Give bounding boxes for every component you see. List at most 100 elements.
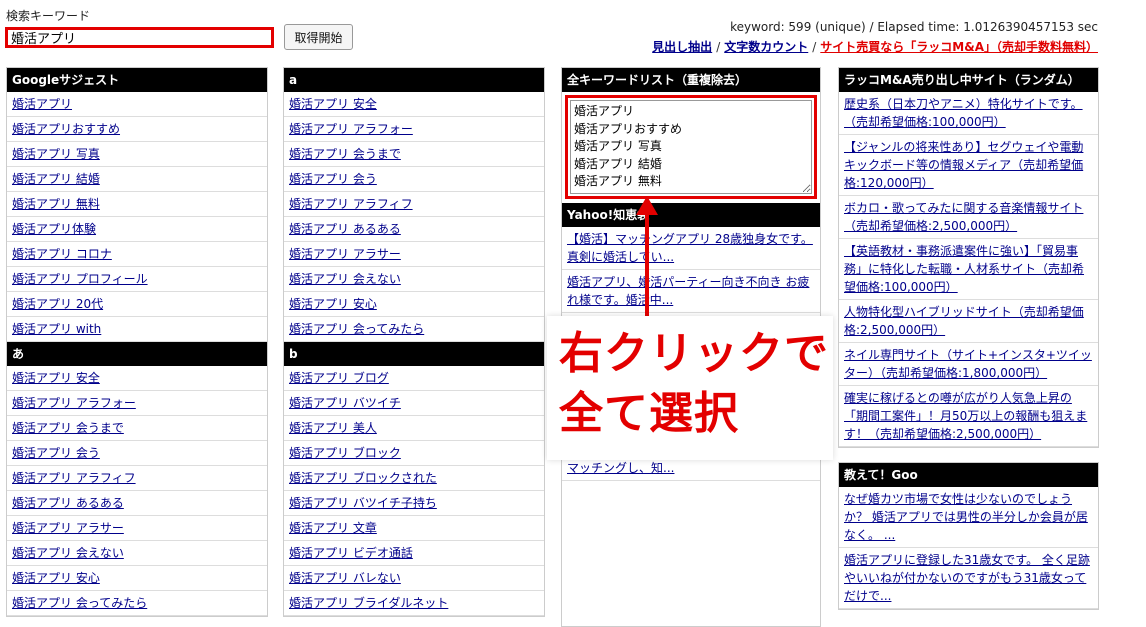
keyword-item-link[interactable]: 婚活アプリ ブライダルネット [289,596,448,610]
heading-extract-link[interactable]: 見出し抽出 [652,40,712,54]
keyword-item[interactable]: 婚活アプリ アラフィフ [7,466,267,491]
keyword-item[interactable]: 婚活アプリ コロナ [7,242,267,267]
keyword-item-link[interactable]: 婚活アプリ体験 [12,222,96,236]
keyword-item[interactable]: 婚活アプリ ブログ [284,366,544,391]
keyword-item[interactable]: 婚活アプリ 会えない [284,267,544,292]
keyword-item-link[interactable]: 婚活アプリ 会う [12,446,100,460]
question-item[interactable]: なぜ婚カツ市場で女性は少ないのでしょうか？ 婚活アプリでは男性の半分しか会員が居… [839,487,1098,548]
keyword-item[interactable]: 婚活アプリ 美人 [284,416,544,441]
keyword-item-link[interactable]: 婚活アプリ 会ってみたら [289,322,424,336]
keyword-item[interactable]: 婚活アプリおすすめ [7,117,267,142]
keyword-item-link[interactable]: 婚活アプリ アラサー [289,247,401,261]
keyword-item[interactable]: 婚活アプリ 会うまで [284,142,544,167]
keyword-item-link[interactable]: 婚活アプリ 会うまで [12,421,124,435]
question-item[interactable]: 婚活アプリ、婚活パーティー向き不向き お疲れ様です。婚活中... [562,270,820,313]
sale-site-item[interactable]: 歴史系（日本刀やアニメ）特化サイトです。（売却希望価格:100,000円） [839,92,1098,135]
question-item-link[interactable]: 婚活アプリ、婚活パーティー向き不向き お疲れ様です。婚活中... [567,275,809,307]
sale-site-item[interactable]: 【英語教材・事務派遣案件に強い】「貿易事務」に特化した転職・人材系サイト（売却希… [839,239,1098,300]
keyword-item-link[interactable]: 婚活アプリ ブロックされた [289,471,437,485]
keyword-item[interactable]: 婚活アプリ ブライダルネット [284,591,544,616]
keyword-item[interactable]: 婚活アプリ アラフォー [7,391,267,416]
keyword-item-link[interactable]: 婚活アプリ 安心 [289,297,377,311]
rakko-ma-link[interactable]: サイト売買なら「ラッコM&A」（売却手数料無料） [820,40,1098,54]
keyword-item[interactable]: 婚活アプリ 会う [284,167,544,192]
question-item-link[interactable]: なぜ婚カツ市場で女性は少ないのでしょうか？ 婚活アプリでは男性の半分しか会員が居… [844,492,1088,542]
char-count-link[interactable]: 文字数カウント [724,40,808,54]
keyword-item-link[interactable]: 婚活アプリ ブロック [289,446,401,460]
keyword-item[interactable]: 婚活アプリ 会えない [7,541,267,566]
keyword-item[interactable]: 婚活アプリ ブロックされた [284,466,544,491]
keyword-item[interactable]: 婚活アプリ 会ってみたら [284,317,544,342]
keyword-item-link[interactable]: 婚活アプリ 会う [289,172,377,186]
keyword-item-link[interactable]: 婚活アプリ プロフィール [12,272,148,286]
sale-site-item[interactable]: 確実に稼げるとの噂が広がり人気急上昇の「期間工案件」！月50万以上の報酬も狙えま… [839,386,1098,447]
keyword-item-link[interactable]: 婚活アプリ ブログ [289,371,389,385]
keyword-item-link[interactable]: 婚活アプリ アラフォー [289,122,413,136]
keyword-item[interactable]: 婚活アプリ 文章 [284,516,544,541]
sale-site-item-link[interactable]: 歴史系（日本刀やアニメ）特化サイトです。（売却希望価格:100,000円） [844,97,1083,129]
sale-site-item[interactable]: 【ジャンルの将来性あり】セグウェイや電動キックボード等の情報メディア（売却希望価… [839,135,1098,196]
keyword-item-link[interactable]: 婚活アプリ 会うまで [289,147,401,161]
keyword-item-link[interactable]: 婚活アプリ 美人 [289,421,377,435]
keyword-item[interactable]: 婚活アプリ 会ってみたら [7,591,267,616]
keyword-item-link[interactable]: 婚活アプリ 安全 [12,371,100,385]
question-item[interactable]: 【婚活】マッチングアプリ 28歳独身女です。真剣に婚活してい... [562,227,820,270]
keyword-item[interactable]: 婚活アプリ 安全 [7,366,267,391]
keyword-item-link[interactable]: 婚活アプリ with [12,322,101,336]
keyword-item[interactable]: 婚活アプリ バツイチ子持ち [284,491,544,516]
keyword-item-link[interactable]: 婚活アプリおすすめ [12,122,120,136]
keyword-item[interactable]: 婚活アプリ 安心 [7,566,267,591]
keyword-item[interactable]: 婚活アプリ 会うまで [7,416,267,441]
keyword-item-link[interactable]: 婚活アプリ バツイチ [289,396,401,410]
keyword-item-link[interactable]: 婚活アプリ あるある [289,222,401,236]
sale-site-item-link[interactable]: ボカロ・歌ってみたに関する音楽情報サイト（売却希望価格:2,500,000円） [844,201,1083,233]
keyword-item-link[interactable]: 婚活アプリ [12,97,72,111]
keyword-item-link[interactable]: 婚活アプリ 結婚 [12,172,100,186]
keyword-item-link[interactable]: 婚活アプリ 安心 [12,571,100,585]
keyword-item[interactable]: 婚活アプリ with [7,317,267,342]
keyword-item-link[interactable]: 婚活アプリ 写真 [12,147,100,161]
keyword-item-link[interactable]: 婚活アプリ 会えない [12,546,124,560]
sale-site-item-link[interactable]: 【英語教材・事務派遣案件に強い】「貿易事務」に特化した転職・人材系サイト（売却希… [844,244,1084,294]
keyword-item-link[interactable]: 婚活アプリ アラフォー [12,396,136,410]
keyword-item[interactable]: 婚活アプリ体験 [7,217,267,242]
keyword-item[interactable]: 婚活アプリ 安心 [284,292,544,317]
keyword-item[interactable]: 婚活アプリ [7,92,267,117]
sale-site-item-link[interactable]: 確実に稼げるとの噂が広がり人気急上昇の「期間工案件」！月50万以上の報酬も狙えま… [844,391,1087,441]
sale-site-item[interactable]: ネイル専門サイト（サイト+インスタ+ツイッター）（売却希望価格:1,800,00… [839,343,1098,386]
sale-site-item[interactable]: 人物特化型ハイブリッドサイト（売却希望価格:2,500,000円） [839,300,1098,343]
keyword-item[interactable]: 婚活アプリ アラサー [7,516,267,541]
question-item[interactable]: 婚活アプリに登録した31歳女です。 全く足跡やいいねが付かないのですがもう31歳… [839,548,1098,609]
keyword-item[interactable]: 婚活アプリ 20代 [7,292,267,317]
keyword-item[interactable]: 婚活アプリ プロフィール [7,267,267,292]
keyword-item-link[interactable]: 婚活アプリ 文章 [289,521,377,535]
keyword-item-link[interactable]: 婚活アプリ コロナ [12,247,112,261]
keyword-item[interactable]: 婚活アプリ あるある [284,217,544,242]
keyword-item-link[interactable]: 婚活アプリ 安全 [289,97,377,111]
question-item-link[interactable]: 【婚活】マッチングアプリ 28歳独身女です。真剣に婚活してい... [567,232,813,264]
keyword-item-link[interactable]: 婚活アプリ バレない [289,571,401,585]
keyword-item-link[interactable]: 婚活アプリ あるある [12,496,124,510]
keyword-item[interactable]: 婚活アプリ アラサー [284,242,544,267]
keyword-item[interactable]: 婚活アプリ ブロック [284,441,544,466]
keyword-item[interactable]: 婚活アプリ 会う [7,441,267,466]
keyword-item-link[interactable]: 婚活アプリ 会ってみたら [12,596,147,610]
sale-site-item-link[interactable]: ネイル専門サイト（サイト+インスタ+ツイッター）（売却希望価格:1,800,00… [844,348,1092,380]
keyword-item-link[interactable]: 婚活アプリ ビデオ通話 [289,546,413,560]
keyword-item[interactable]: 婚活アプリ 写真 [7,142,267,167]
keyword-item[interactable]: 婚活アプリ 結婚 [7,167,267,192]
sale-site-item-link[interactable]: 【ジャンルの将来性あり】セグウェイや電動キックボード等の情報メディア（売却希望価… [844,140,1083,190]
sale-site-item[interactable]: ボカロ・歌ってみたに関する音楽情報サイト（売却希望価格:2,500,000円） [839,196,1098,239]
keyword-item-link[interactable]: 婚活アプリ アラサー [12,521,124,535]
sale-site-item-link[interactable]: 人物特化型ハイブリッドサイト（売却希望価格:2,500,000円） [844,305,1084,337]
all-keywords-textarea[interactable]: 婚活アプリ 婚活アプリおすすめ 婚活アプリ 写真 婚活アプリ 結婚 婚活アプリ … [570,100,812,194]
keyword-item-link[interactable]: 婚活アプリ アラフィフ [12,471,136,485]
keyword-item[interactable]: 婚活アプリ バレない [284,566,544,591]
question-item-link[interactable]: 婚活アプリに登録した31歳女です。 全く足跡やいいねが付かないのですがもう31歳… [844,553,1090,603]
keyword-item-link[interactable]: 婚活アプリ 無料 [12,197,100,211]
keyword-item[interactable]: 婚活アプリ ビデオ通話 [284,541,544,566]
keyword-item[interactable]: 婚活アプリ アラフィフ [284,192,544,217]
search-input[interactable] [5,27,274,48]
keyword-item-link[interactable]: 婚活アプリ 20代 [12,297,103,311]
keyword-item-link[interactable]: 婚活アプリ アラフィフ [289,197,413,211]
